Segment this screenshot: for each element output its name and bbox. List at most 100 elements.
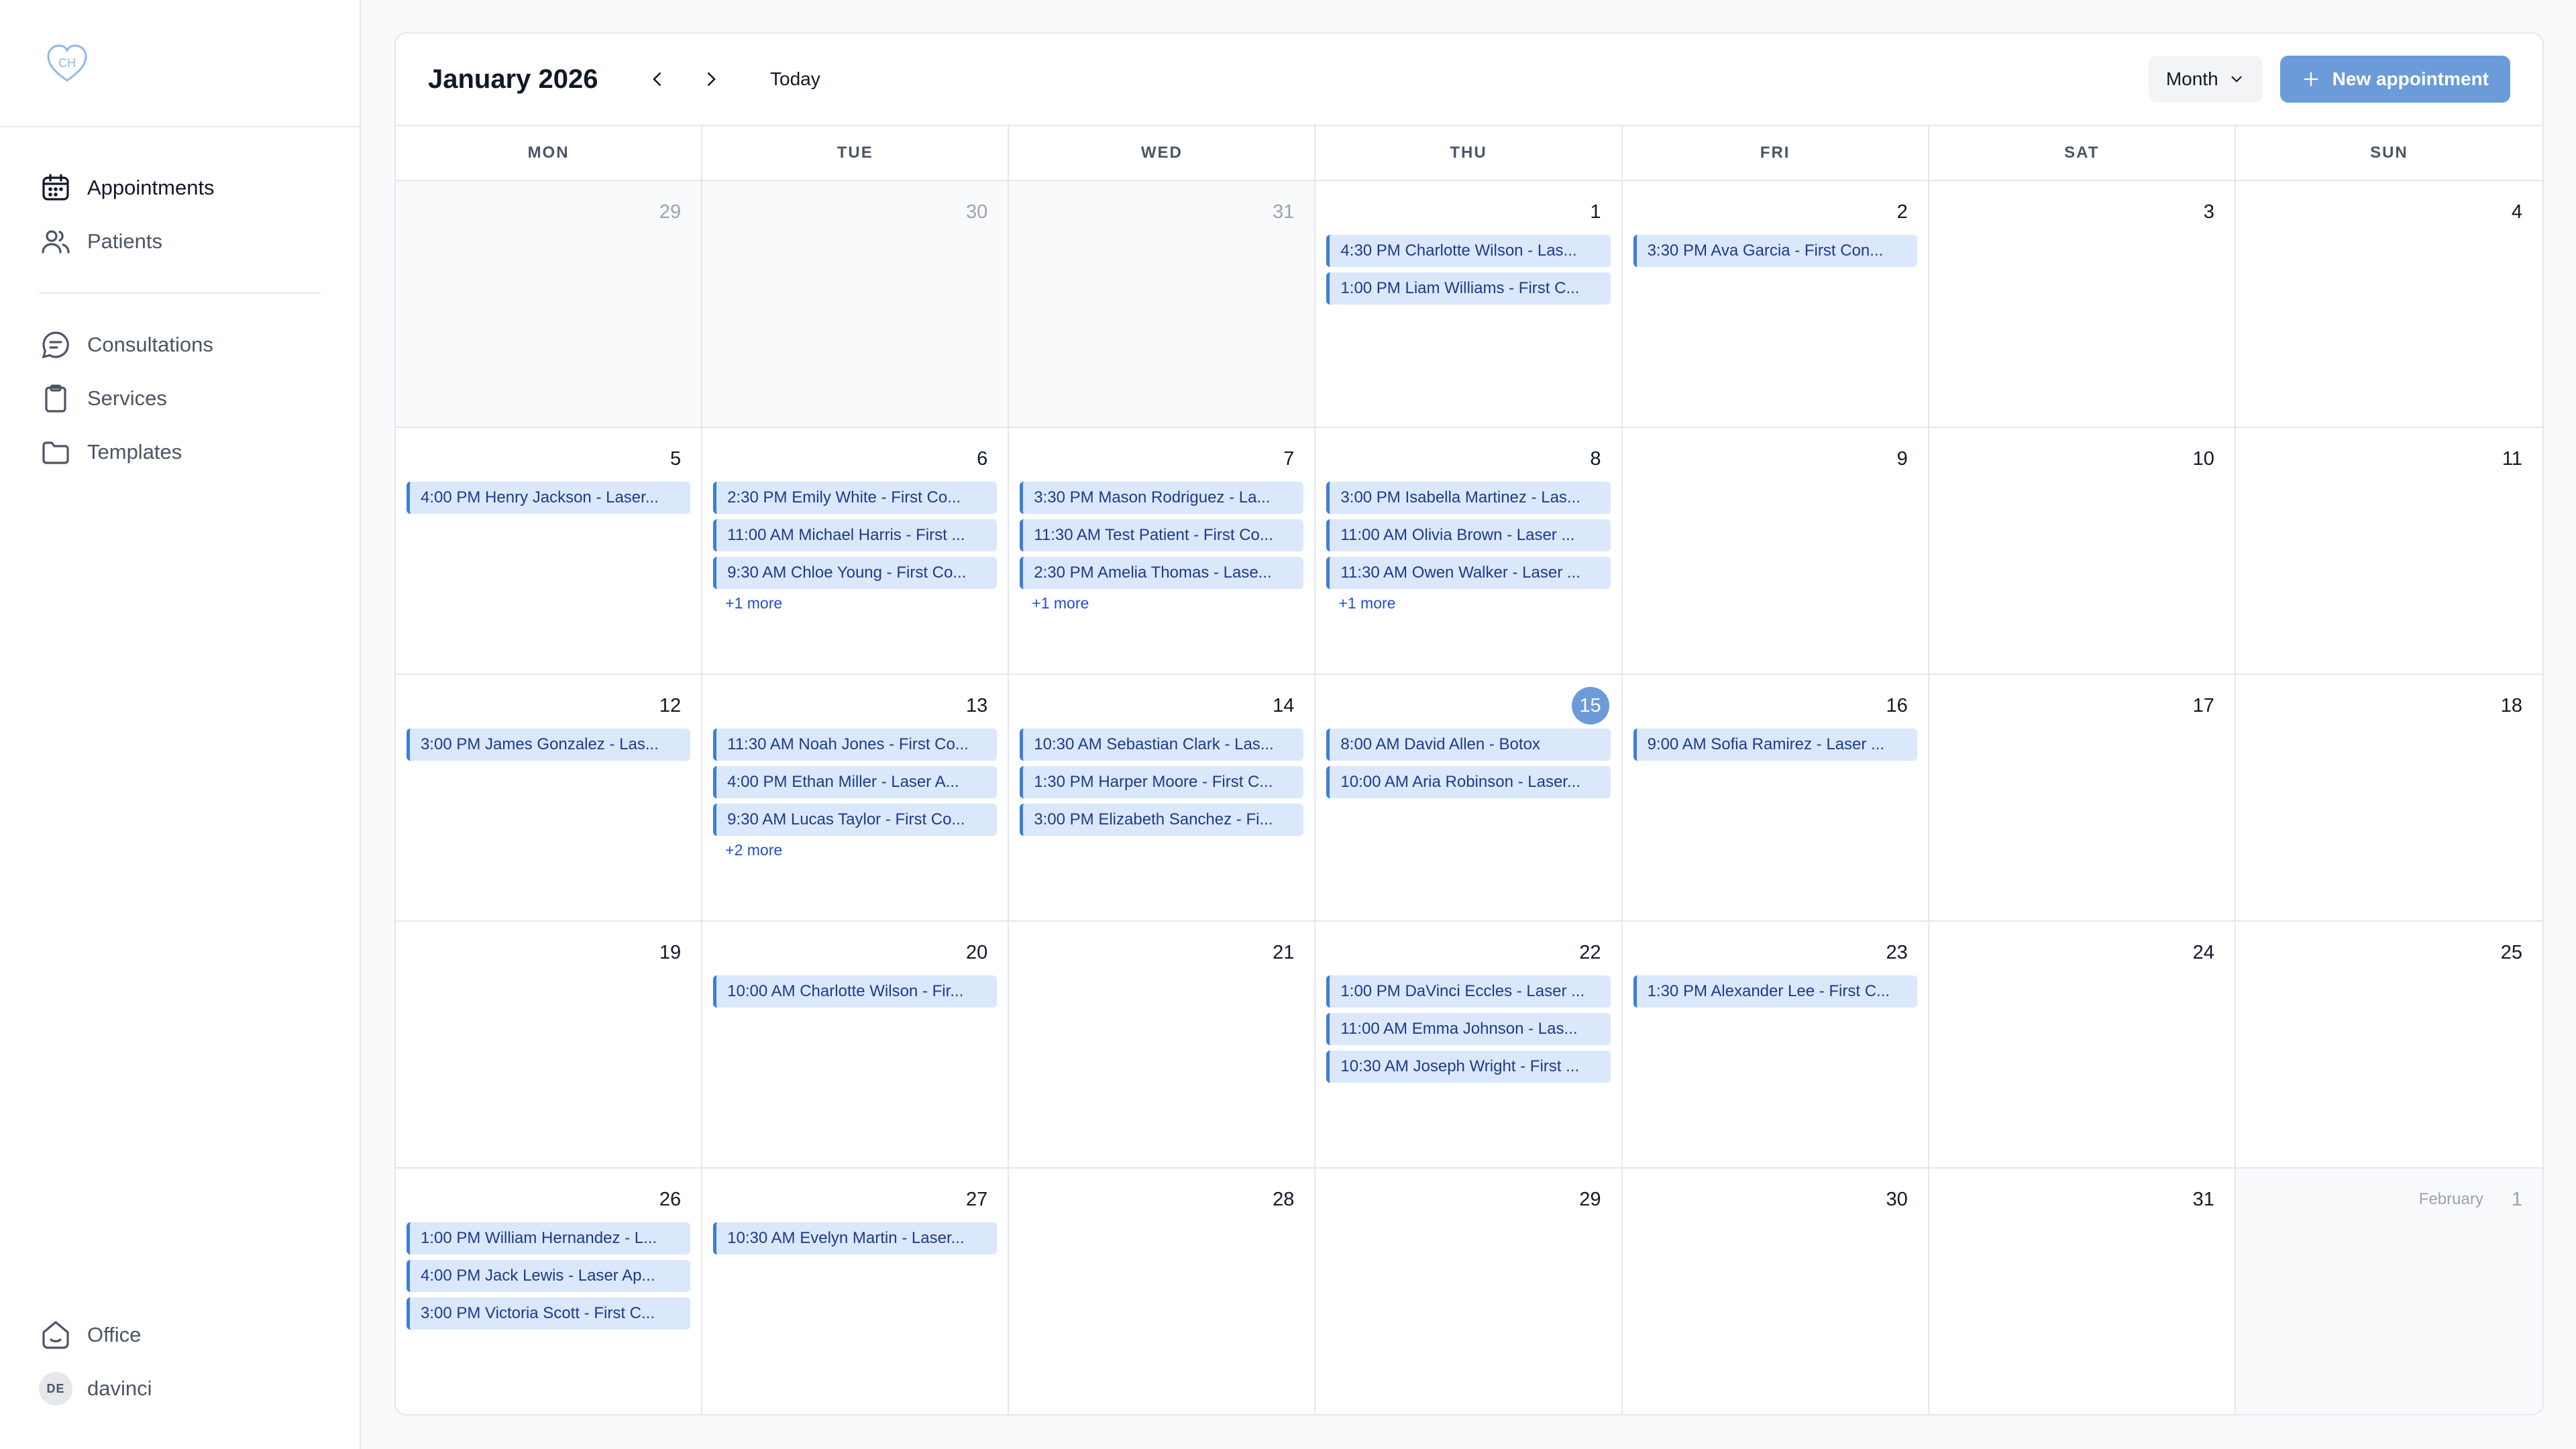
appointment-event[interactable]: 10:00 AM Aria Robinson - Laser...: [1326, 766, 1611, 798]
day-cell[interactable]: 3: [1929, 181, 2236, 428]
day-number: 12: [659, 694, 682, 716]
day-header: 7: [1020, 445, 1303, 472]
day-cell[interactable]: 29: [396, 181, 703, 428]
day-cell[interactable]: 4: [2235, 181, 2542, 428]
day-cell[interactable]: 11: [2235, 428, 2542, 675]
day-cell[interactable]: 16 9:00 AM Sofia Ramirez - Laser ...: [1622, 675, 1929, 922]
day-cell[interactable]: 25: [2235, 922, 2542, 1169]
day-cell[interactable]: 28: [1009, 1169, 1316, 1414]
day-cell[interactable]: 22 1:00 PM DaVinci Eccles - Laser ... 11:0…: [1316, 922, 1623, 1169]
day-cell[interactable]: 18: [2235, 675, 2542, 922]
day-number: 23: [1886, 941, 1908, 963]
appointment-event[interactable]: 11:00 AM Michael Harris - First ...: [713, 519, 998, 551]
appointment-event-label: 10:00 AM Aria Robinson - Laser...: [1340, 773, 1580, 791]
appointment-event[interactable]: 4:30 PM Charlotte Wilson - Las...: [1326, 235, 1611, 267]
appointment-event[interactable]: 2:30 PM Emily White - First Co...: [713, 482, 998, 514]
sidebar-item-services[interactable]: Services: [39, 372, 360, 425]
appointment-event[interactable]: 1:00 PM DaVinci Eccles - Laser ...: [1326, 975, 1611, 1008]
appointment-event[interactable]: 11:30 AM Test Patient - First Co...: [1020, 519, 1304, 551]
day-number: 7: [1283, 447, 1295, 470]
more-events-link[interactable]: +2 more: [713, 841, 997, 859]
appointment-event[interactable]: 9:30 AM Chloe Young - First Co...: [713, 557, 998, 589]
appointment-event[interactable]: 10:30 AM Sebastian Clark - Las...: [1020, 729, 1304, 761]
appointment-event[interactable]: 9:00 AM Sofia Ramirez - Laser ...: [1633, 729, 1917, 761]
appointment-event[interactable]: 3:30 PM Mason Rodriguez - La...: [1020, 482, 1304, 514]
appointment-event[interactable]: 1:30 PM Harper Moore - First C...: [1020, 766, 1304, 798]
day-cell[interactable]: February 1: [2235, 1169, 2542, 1414]
appointment-event[interactable]: 1:30 PM Alexander Lee - First C...: [1633, 975, 1917, 1008]
day-cell[interactable]: 2 3:30 PM Ava Garcia - First Con...: [1622, 181, 1929, 428]
appointment-event[interactable]: 3:00 PM Victoria Scott - First C...: [407, 1297, 691, 1330]
prev-month-button[interactable]: [639, 60, 676, 98]
sidebar-item-patients[interactable]: Patients: [39, 215, 360, 268]
sidebar-item-consultations[interactable]: Consultations: [39, 318, 360, 372]
day-cell[interactable]: 21: [1009, 922, 1316, 1169]
appointment-event[interactable]: 3:00 PM James Gonzalez - Las...: [407, 729, 691, 761]
appointment-event[interactable]: 11:00 AM Olivia Brown - Laser ...: [1326, 519, 1611, 551]
day-cell[interactable]: 1 4:30 PM Charlotte Wilson - Las... 1:00 P…: [1316, 181, 1623, 428]
day-cell[interactable]: 12 3:00 PM James Gonzalez - Las...: [396, 675, 703, 922]
day-cell[interactable]: 29: [1316, 1169, 1623, 1414]
new-appointment-button[interactable]: New appointment: [2279, 56, 2510, 103]
day-cell[interactable]: 8 3:00 PM Isabella Martinez - Las... 11:00…: [1316, 428, 1623, 675]
appointment-event[interactable]: 3:00 PM Isabella Martinez - Las...: [1326, 482, 1611, 514]
day-cell[interactable]: 30: [702, 181, 1010, 428]
appointment-event[interactable]: 11:30 AM Noah Jones - First Co...: [713, 729, 998, 761]
day-cell[interactable]: 5 4:00 PM Henry Jackson - Laser...: [396, 428, 703, 675]
day-cell[interactable]: 17: [1929, 675, 2236, 922]
appointment-event[interactable]: 8:00 AM David Allen - Botox: [1326, 729, 1611, 761]
appointment-event[interactable]: 2:30 PM Amelia Thomas - Lase...: [1020, 557, 1304, 589]
today-button[interactable]: Today: [770, 68, 820, 90]
appointment-event-label: 11:30 AM Test Patient - First Co...: [1034, 526, 1273, 544]
appointment-event[interactable]: 4:00 PM Jack Lewis - Laser Ap...: [407, 1260, 691, 1292]
day-number: 28: [1273, 1188, 1295, 1210]
day-cell[interactable]: 13 11:30 AM Noah Jones - First Co... 4:00 …: [702, 675, 1010, 922]
more-events-link[interactable]: +1 more: [713, 594, 997, 612]
appointment-event[interactable]: 4:00 PM Ethan Miller - Laser A...: [713, 766, 998, 798]
more-events-link[interactable]: +1 more: [1020, 594, 1303, 612]
day-cell[interactable]: 20 10:00 AM Charlotte Wilson - Fir...: [702, 922, 1010, 1169]
day-cell[interactable]: 19: [396, 922, 703, 1169]
day-header: 18: [2247, 692, 2532, 719]
appointment-event[interactable]: 10:30 AM Evelyn Martin - Laser...: [713, 1222, 998, 1254]
day-header: 24: [1940, 939, 2224, 966]
day-cell[interactable]: 15 8:00 AM David Allen - Botox 10:00 AM Ar…: [1316, 675, 1623, 922]
appointment-event[interactable]: 1:00 PM William Hernandez - L...: [407, 1222, 691, 1254]
day-cell[interactable]: 23 1:30 PM Alexander Lee - First C...: [1622, 922, 1929, 1169]
day-cell[interactable]: 14 10:30 AM Sebastian Clark - Las... 1:30 …: [1009, 675, 1316, 922]
sidebar-item-office[interactable]: Office: [39, 1308, 152, 1362]
day-cell[interactable]: 31: [1009, 181, 1316, 428]
day-number: 2: [1896, 201, 1908, 223]
day-cell[interactable]: 30: [1622, 1169, 1929, 1414]
avatar: DE: [39, 1372, 72, 1405]
day-cell[interactable]: 31: [1929, 1169, 2236, 1414]
appointment-event[interactable]: 1:00 PM Liam Williams - First C...: [1326, 272, 1611, 305]
appointment-event[interactable]: 10:00 AM Charlotte Wilson - Fir...: [713, 975, 998, 1008]
appointment-event[interactable]: 11:30 AM Owen Walker - Laser ...: [1326, 557, 1611, 589]
day-cell[interactable]: 10: [1929, 428, 2236, 675]
appointment-event[interactable]: 3:30 PM Ava Garcia - First Con...: [1633, 235, 1917, 267]
appointment-event[interactable]: 3:00 PM Elizabeth Sanchez - Fi...: [1020, 804, 1304, 836]
day-header: 17: [1940, 692, 2224, 719]
view-select[interactable]: Month: [2148, 56, 2263, 103]
more-events-link[interactable]: +1 more: [1326, 594, 1610, 612]
next-month-button[interactable]: [692, 60, 730, 98]
appointment-event[interactable]: 9:30 AM Lucas Taylor - First Co...: [713, 804, 998, 836]
appointment-event[interactable]: 4:00 PM Henry Jackson - Laser...: [407, 482, 691, 514]
day-header: 27: [713, 1186, 997, 1213]
sidebar-item-templates[interactable]: Templates: [39, 425, 360, 479]
day-cell[interactable]: 6 2:30 PM Emily White - First Co... 11:00 …: [702, 428, 1010, 675]
day-cell[interactable]: 9: [1622, 428, 1929, 675]
logo-icon[interactable]: CH: [46, 42, 89, 85]
plus-icon: [2304, 72, 2318, 87]
appointment-event-label: 10:30 AM Joseph Wright - First ...: [1340, 1057, 1580, 1075]
day-cell[interactable]: 24: [1929, 922, 2236, 1169]
day-cell[interactable]: 7 3:30 PM Mason Rodriguez - La... 11:30 AM…: [1009, 428, 1316, 675]
sidebar-item-user[interactable]: DE davinci: [39, 1362, 152, 1415]
appointment-event[interactable]: 10:30 AM Joseph Wright - First ...: [1326, 1051, 1611, 1083]
appointment-event[interactable]: 11:00 AM Emma Johnson - Las...: [1326, 1013, 1611, 1045]
sidebar-item-appointments[interactable]: Appointments: [39, 161, 360, 215]
day-header: 30: [1633, 1186, 1917, 1213]
day-cell[interactable]: 27 10:30 AM Evelyn Martin - Laser...: [702, 1169, 1010, 1414]
day-cell[interactable]: 26 1:00 PM William Hernandez - L... 4:00 P…: [396, 1169, 703, 1414]
